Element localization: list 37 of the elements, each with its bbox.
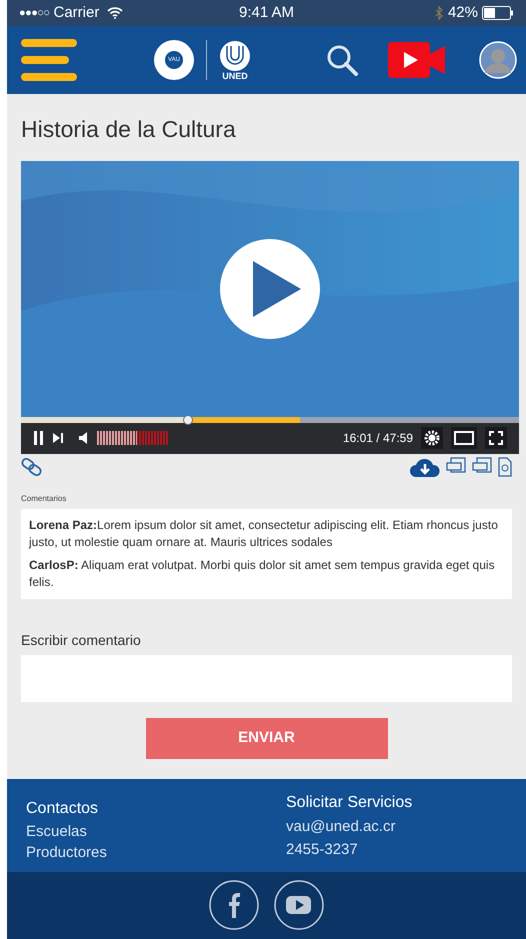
page-title: Historia de la Cultura: [21, 115, 237, 144]
comment-field-label: Escribir comentario: [21, 630, 142, 650]
youtube-icon[interactable]: [274, 880, 324, 930]
bluetooth-icon: [434, 6, 444, 20]
cloud-download-icon[interactable]: [410, 457, 440, 478]
footer-heading: Solicitar Servicios: [286, 792, 412, 813]
facebook-icon[interactable]: [209, 880, 259, 930]
clock: 9:41 AM: [239, 2, 294, 23]
signal-dots: ●●●○○: [19, 6, 50, 21]
comment-text: Lorena Paz:Lorem ipsum dolor sit amet, consectetur adipiscing elit. Etiam rhoncus justo justo, ut molestie quam ornare at. Mauris ultrices sodales: [29, 516, 499, 551]
speaker-icon[interactable]: [79, 432, 89, 444]
video-camera-icon[interactable]: [388, 42, 446, 78]
search-icon[interactable]: [325, 43, 359, 78]
skip-next-icon[interactable]: [53, 433, 63, 444]
battery-percent: 42%: [448, 2, 478, 23]
theater-mode-icon[interactable]: [451, 427, 477, 450]
footer-link[interactable]: vau@uned.ac.cr: [286, 814, 412, 838]
footer-link[interactable]: Productores: [26, 842, 286, 863]
footer-link[interactable]: 2455-3237: [286, 838, 412, 861]
footer-link[interactable]: Escuelas: [26, 820, 286, 842]
avatar-icon[interactable]: [479, 41, 517, 80]
battery-icon: [482, 6, 514, 20]
comments-label: Comentarios: [21, 492, 68, 505]
carrier-label: Carrier: [53, 2, 100, 23]
document-icon[interactable]: [498, 457, 512, 478]
submit-button[interactable]: ENVIAR: [146, 718, 388, 759]
volume-slider[interactable]: [97, 431, 169, 446]
fullscreen-icon[interactable]: [485, 427, 507, 450]
link-icon[interactable]: [21, 457, 43, 478]
video-time: 16:01 / 47:59: [342, 430, 413, 448]
pause-icon[interactable]: [33, 431, 45, 446]
menu-button[interactable]: [21, 39, 79, 82]
comment-text: CarlosP: Aliquam erat volutpat. Morbi quis dolor sit amet sem tempus gravida eget quis felis.: [29, 556, 496, 591]
uned-logo: UNED: [219, 40, 251, 81]
wifi-icon: [107, 7, 124, 20]
settings-icon[interactable]: [421, 427, 443, 450]
footer-heading: Contactos: [26, 798, 100, 819]
